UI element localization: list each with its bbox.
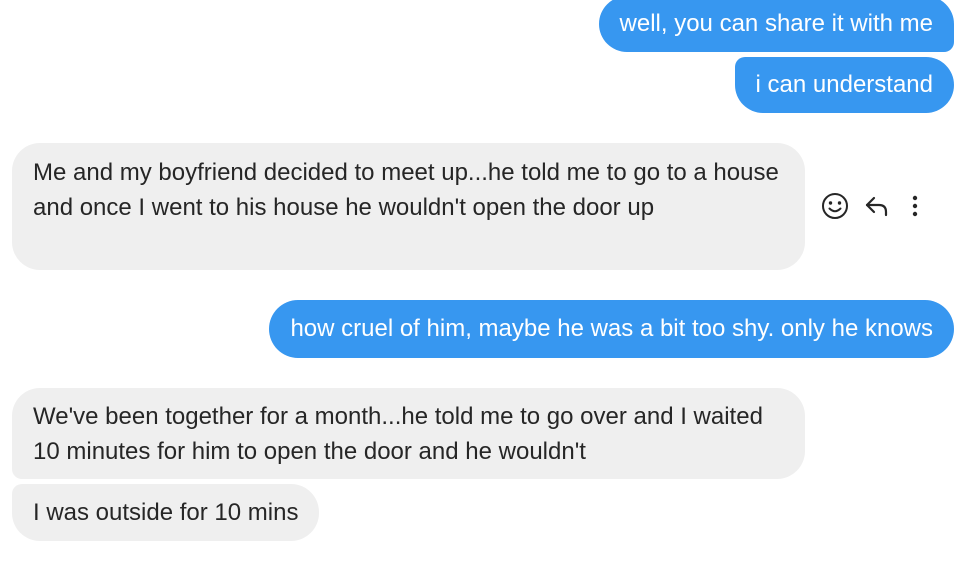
outgoing-message[interactable]: how cruel of him, maybe he was a bit too… bbox=[269, 300, 954, 358]
incoming-message[interactable]: I was outside for 10 mins bbox=[12, 484, 320, 541]
reply-icon[interactable] bbox=[862, 191, 892, 221]
incoming-message[interactable]: We've been together for a month...he tol… bbox=[12, 388, 805, 479]
outgoing-message[interactable]: well, you can share it with me bbox=[598, 0, 954, 52]
outgoing-message[interactable]: i can understand bbox=[734, 57, 954, 113]
incoming-message[interactable]: Me and my boyfriend decided to meet up..… bbox=[12, 143, 805, 270]
more-options-icon[interactable] bbox=[910, 191, 920, 221]
message-actions bbox=[820, 190, 920, 222]
emoji-reaction-icon[interactable] bbox=[820, 191, 850, 221]
